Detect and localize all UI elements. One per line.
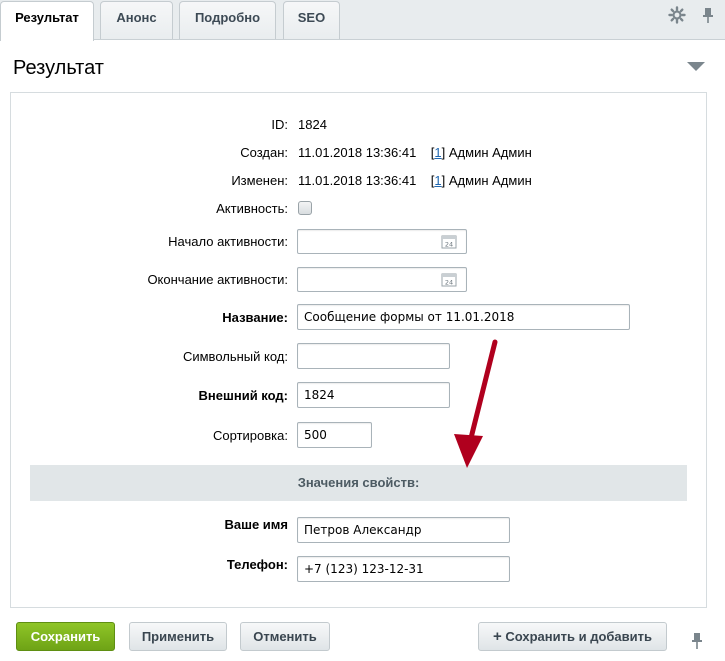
pin-icon[interactable] xyxy=(690,632,704,650)
created-user-name: Админ Админ xyxy=(448,145,532,160)
tab-result[interactable]: Результат xyxy=(0,1,94,41)
created-date: 11.01.2018 13:36:41 xyxy=(298,145,417,160)
pin-icon[interactable] xyxy=(699,6,717,24)
phone-label: Телефон: xyxy=(226,557,288,572)
phone-input[interactable]: +7 (123) 123-12-31 xyxy=(297,556,510,582)
your-name-label: Ваше имя xyxy=(224,517,289,532)
save-and-add-button[interactable]: + Сохранить и добавить xyxy=(478,622,667,651)
modified-label: Изменен: xyxy=(231,173,288,188)
tab-announce[interactable]: Анонс xyxy=(100,1,173,39)
external-code-label: Внешний код: xyxy=(198,388,288,403)
modified-row: 11.01.2018 13:36:41 [1] Админ Админ xyxy=(298,173,532,188)
active-label: Активность: xyxy=(216,201,288,216)
created-row: 11.01.2018 13:36:41 [1] Админ Админ xyxy=(298,145,532,160)
modified-user-name: Админ Админ xyxy=(448,173,532,188)
modified-user-id-link[interactable]: 1 xyxy=(434,173,441,188)
annotation-arrow-icon xyxy=(454,339,498,468)
svg-text:24: 24 xyxy=(445,279,453,287)
your-name-input[interactable]: Петров Александр xyxy=(297,517,510,543)
name-label: Название: xyxy=(222,310,288,325)
tab-seo[interactable]: SEO xyxy=(283,1,340,39)
code-input[interactable] xyxy=(297,343,450,369)
active-from-label: Начало активности: xyxy=(168,234,288,249)
external-code-input[interactable]: 1824 xyxy=(297,382,450,408)
sort-input[interactable]: 500 xyxy=(297,422,372,448)
apply-button[interactable]: Применить xyxy=(129,622,227,651)
created-user: [1] xyxy=(430,145,446,160)
save-button[interactable]: Сохранить xyxy=(16,622,115,651)
collapse-arrow-icon[interactable] xyxy=(686,60,706,72)
tab-details[interactable]: Подробно xyxy=(179,1,276,39)
save-and-add-label: Сохранить и добавить xyxy=(505,629,652,644)
created-user-id-link[interactable]: 1 xyxy=(434,145,441,160)
calendar-icon[interactable]: 24 xyxy=(441,233,457,249)
created-label: Создан: xyxy=(240,145,288,160)
sort-label: Сортировка: xyxy=(213,428,288,443)
svg-text:24: 24 xyxy=(445,241,453,249)
active-to-label: Окончание активности: xyxy=(147,272,288,287)
tab-bar: Результат Анонс Подробно SEO xyxy=(0,0,725,41)
cancel-button[interactable]: Отменить xyxy=(240,622,330,651)
gear-icon[interactable] xyxy=(668,6,686,24)
properties-header: Значения свойств: xyxy=(30,465,687,501)
code-label: Символьный код: xyxy=(182,349,288,364)
active-checkbox[interactable] xyxy=(298,201,312,215)
id-value: 1824 xyxy=(298,117,327,132)
modified-user: [1] xyxy=(430,173,446,188)
modified-date: 11.01.2018 13:36:41 xyxy=(298,173,417,188)
id-label: ID: xyxy=(271,117,288,132)
name-input[interactable]: Сообщение формы от 11.01.2018 xyxy=(297,304,630,330)
calendar-icon[interactable]: 24 xyxy=(441,271,457,287)
section-title: Результат xyxy=(13,57,104,79)
plus-icon: + xyxy=(492,628,502,645)
